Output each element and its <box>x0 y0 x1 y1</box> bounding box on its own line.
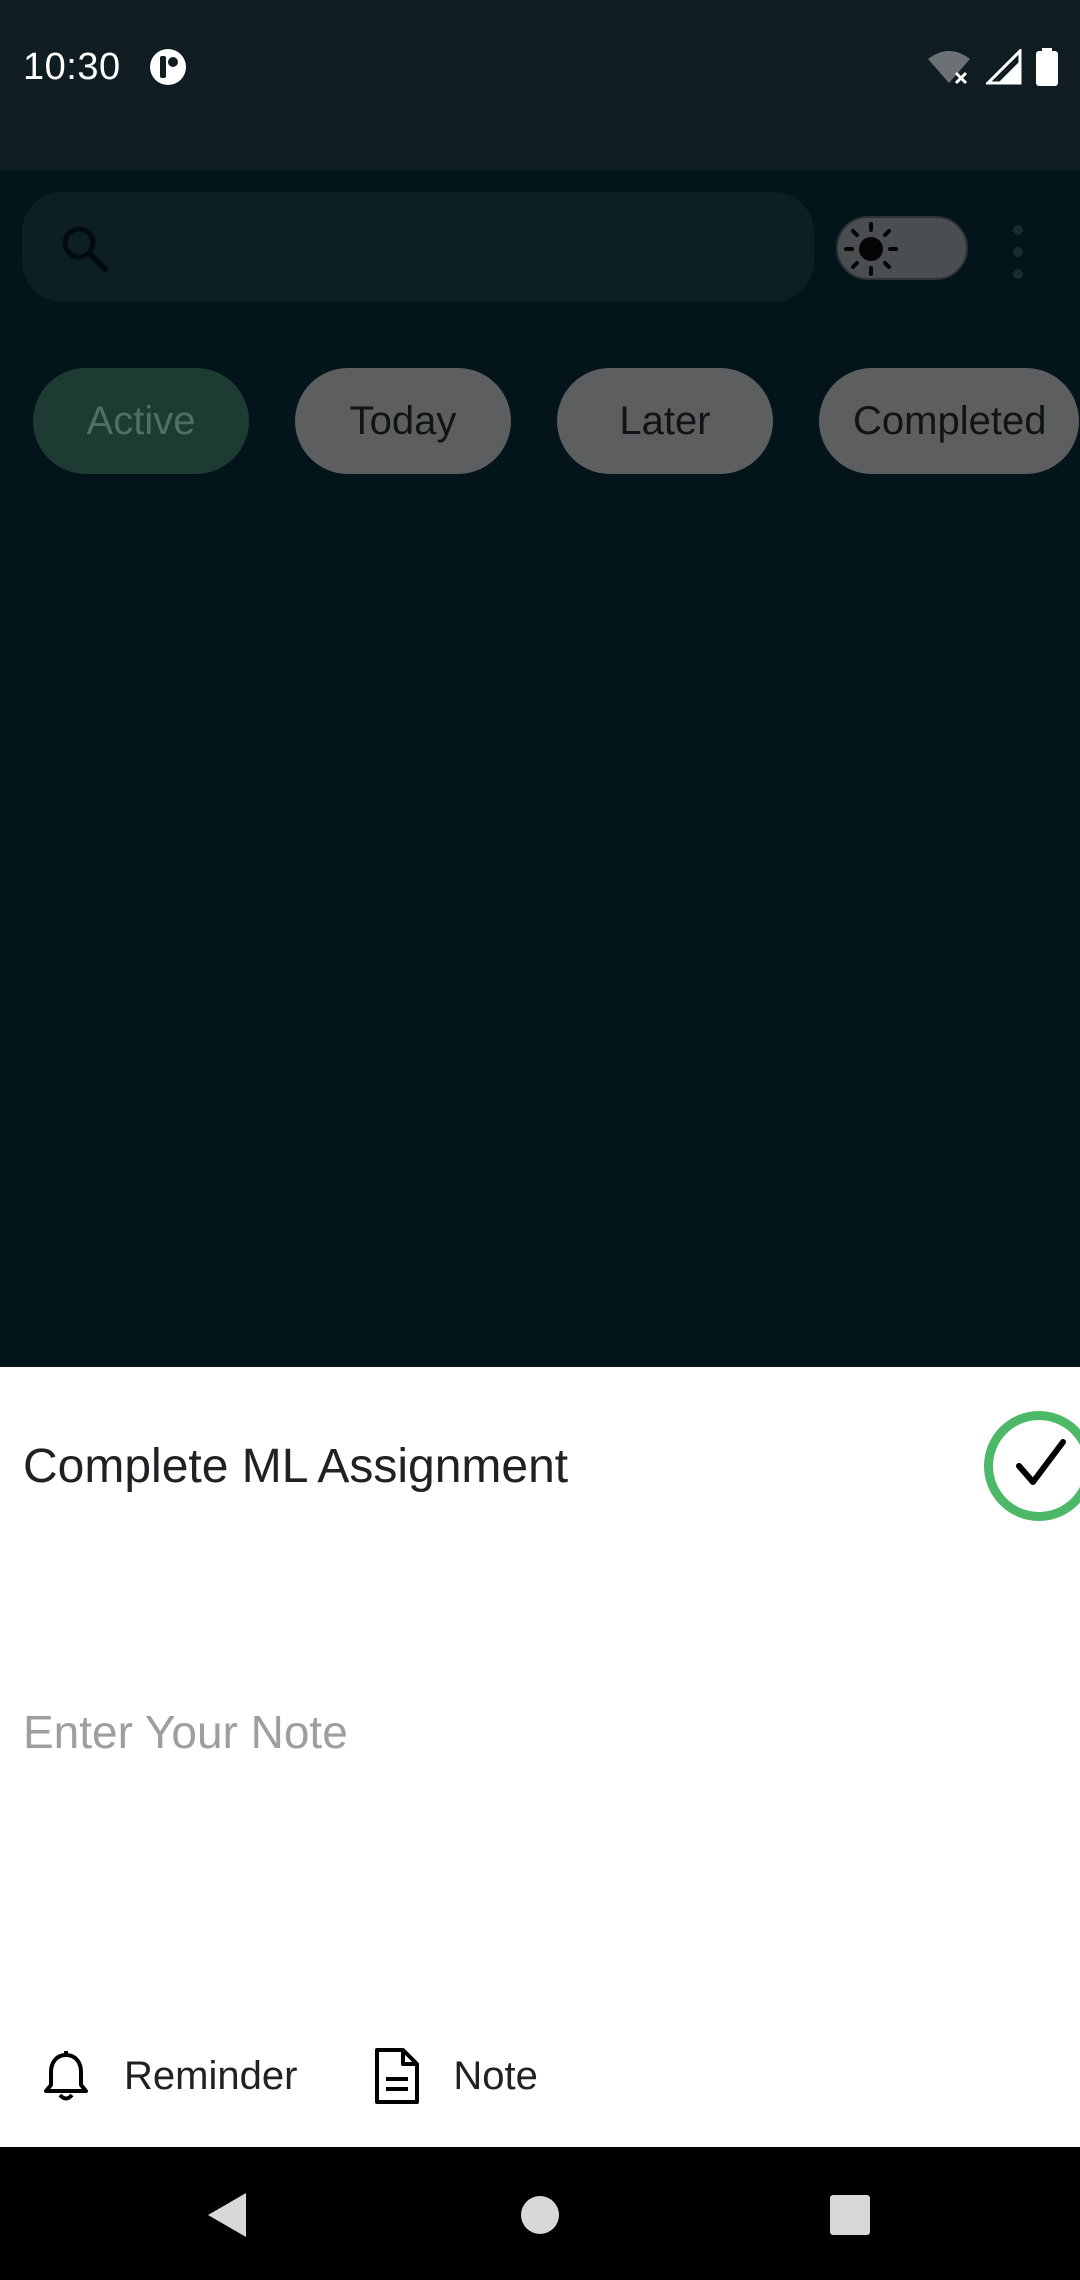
sheet-actions: Reminder Note <box>38 2047 612 2105</box>
chip-active[interactable]: Active <box>33 368 249 474</box>
status-bar: 10:30 <box>0 0 1080 170</box>
back-icon[interactable] <box>204 2191 250 2239</box>
reminder-label: Reminder <box>124 2053 298 2098</box>
theme-toggle[interactable] <box>836 216 968 280</box>
chip-completed[interactable]: Completed <box>819 368 1079 474</box>
signal-icon <box>986 49 1022 85</box>
note-button[interactable]: Note <box>371 2047 538 2105</box>
note-input[interactable] <box>23 1697 1023 1767</box>
status-time: 10:30 <box>23 46 121 88</box>
recents-icon[interactable] <box>828 2191 872 2239</box>
main-screen: Active Today Later Completed <box>0 170 1080 1367</box>
add-task-sheet: Complete ML Assignment Reminder Note <box>0 1367 1080 2147</box>
more-vert-icon[interactable] <box>1006 222 1030 282</box>
reminder-button[interactable]: Reminder <box>38 2048 297 2104</box>
task-title[interactable]: Complete ML Assignment <box>23 1439 568 1494</box>
note-label: Note <box>453 2053 538 2098</box>
check-icon <box>1016 1439 1066 1485</box>
chip-today[interactable]: Today <box>295 368 511 474</box>
save-task-button[interactable] <box>984 1411 1080 1521</box>
navigation-bar <box>0 2147 1080 2280</box>
home-icon[interactable] <box>520 2191 560 2239</box>
wifi-icon <box>928 51 970 85</box>
search-icon <box>62 226 108 272</box>
app-notification-icon <box>150 49 186 85</box>
battery-icon <box>1036 48 1058 86</box>
filter-chips: Active Today Later Completed <box>33 368 1079 474</box>
sun-icon <box>844 222 898 276</box>
chip-later[interactable]: Later <box>557 368 773 474</box>
document-icon <box>375 2048 420 2104</box>
bell-icon <box>44 2051 88 2101</box>
status-icons <box>926 48 1058 86</box>
search-bar[interactable] <box>22 192 814 302</box>
